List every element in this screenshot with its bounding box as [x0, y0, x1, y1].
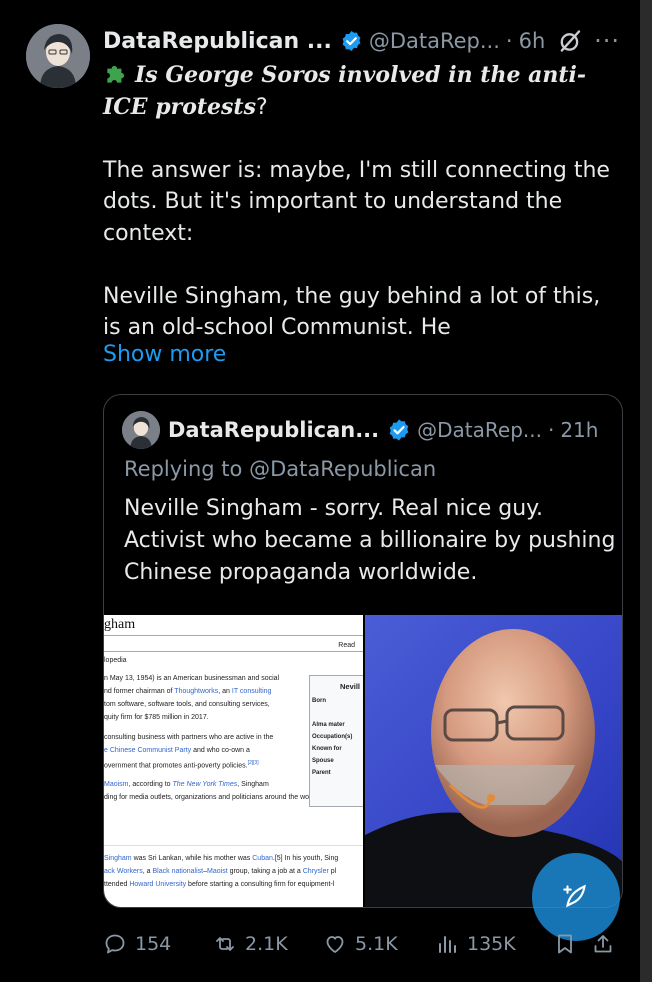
wiki-line-6: e Chinese Communist Party and who co-own… [104, 747, 250, 754]
repost-icon [216, 937, 234, 951]
quoted-verified-badge-icon [389, 419, 409, 441]
wiki-line-10: Singham was Sri Lankan, while his mother… [104, 855, 339, 862]
repost-count: 2.1K [245, 933, 288, 955]
post-body: Is George Soros involved in the anti-ICE… [103, 60, 623, 344]
grok-icon[interactable] [557, 27, 584, 55]
quoted-author-name[interactable]: DataRepublican... [168, 418, 379, 442]
post-header: DataRepublican ... @DataRep... · 6h ··· [103, 24, 620, 58]
header-separator: · [505, 29, 513, 53]
quoted-post[interactable]: DataRepublican... @DataRep... · 21h Repl… [103, 394, 623, 908]
wiki-line-9: ding for media outlets, organizations an… [104, 794, 337, 801]
quoted-avatar-illustration [122, 411, 160, 449]
views-button[interactable]: 135K [435, 932, 551, 956]
wiki-line-5: consulting business with partners who ar… [104, 734, 274, 741]
post-headline-end: ? [255, 94, 268, 120]
wiki-infobox: Nevill Born Alma mater Occupation(s) Kno… [309, 675, 363, 807]
post-paragraph-1: The answer is: maybe, I'm still connecti… [103, 157, 610, 246]
quoted-header-separator: · [547, 418, 555, 442]
wiki-title: gham [104, 617, 136, 632]
feather-plus-icon [563, 884, 586, 908]
quoted-post-text: Neville Singham - sorry. Real nice guy. … [124, 496, 616, 585]
like-count: 5.1K [355, 933, 398, 955]
bookmark-icon[interactable] [553, 932, 577, 956]
wiki-line-3: tom software, software tools, and consul… [104, 701, 270, 708]
wiki-tagline: lopedia [104, 657, 127, 664]
wiki-line-7: overnment that promotes anti-poverty pol… [104, 760, 259, 770]
quoted-author-avatar[interactable] [122, 411, 160, 449]
repost-button[interactable]: 2.1K [213, 932, 323, 956]
views-chart-icon [439, 936, 456, 953]
tweet-frame: DataRepublican ... @DataRep... · 6h ··· … [0, 0, 652, 982]
quoted-author-handle[interactable]: @DataRep... [417, 418, 542, 442]
like-button[interactable]: 5.1K [323, 932, 435, 956]
show-more-link[interactable]: Show more [103, 342, 226, 367]
verified-badge-icon [342, 30, 361, 52]
wiki-line-11: ack Workers, a Black nationalist–Maoist … [104, 868, 337, 875]
quoted-post-header: DataRepublican... @DataRep... · 21h [122, 411, 604, 449]
views-count: 135K [467, 933, 516, 955]
reply-icon [105, 934, 125, 954]
puzzle-piece-icon [107, 65, 125, 83]
author-handle[interactable]: @DataRep... [369, 29, 500, 53]
post-headline: Is George Soros involved in the anti-ICE… [103, 62, 587, 120]
wiki-line-4: quity firm for $785 million in 2017. [104, 714, 209, 721]
share-icon[interactable] [591, 932, 615, 956]
wiki-line-12: ttended Howard University before startin… [104, 881, 335, 888]
heart-icon [326, 936, 344, 953]
avatar-illustration [26, 24, 90, 88]
reply-button[interactable]: 154 [103, 932, 213, 956]
wiki-line-2: nd former chairman of Thoughtworks, an I… [104, 688, 272, 695]
reply-count: 154 [135, 933, 172, 955]
author-name[interactable]: DataRepublican ... [103, 29, 332, 54]
wikipedia-screenshot-image[interactable]: gham Read lopedia n May 13, 1954) is an … [104, 615, 363, 907]
more-options-button[interactable]: ··· [594, 27, 620, 55]
wiki-line-8: Maoism, according to The New York Times,… [104, 781, 269, 788]
replying-to-label: Replying to @DataRepublican [124, 457, 437, 481]
action-bar: 154 2.1K 5.1K 135K [103, 928, 623, 960]
post-timestamp[interactable]: 6h [519, 29, 546, 53]
wiki-read-tab: Read [338, 642, 355, 649]
post-paragraph-2: Neville Singham, the guy behind a lot of… [103, 283, 601, 341]
wiki-line-1: n May 13, 1954) is an American businessm… [104, 675, 280, 682]
quoted-timestamp[interactable]: 21h [560, 418, 598, 442]
author-avatar[interactable] [26, 24, 90, 88]
